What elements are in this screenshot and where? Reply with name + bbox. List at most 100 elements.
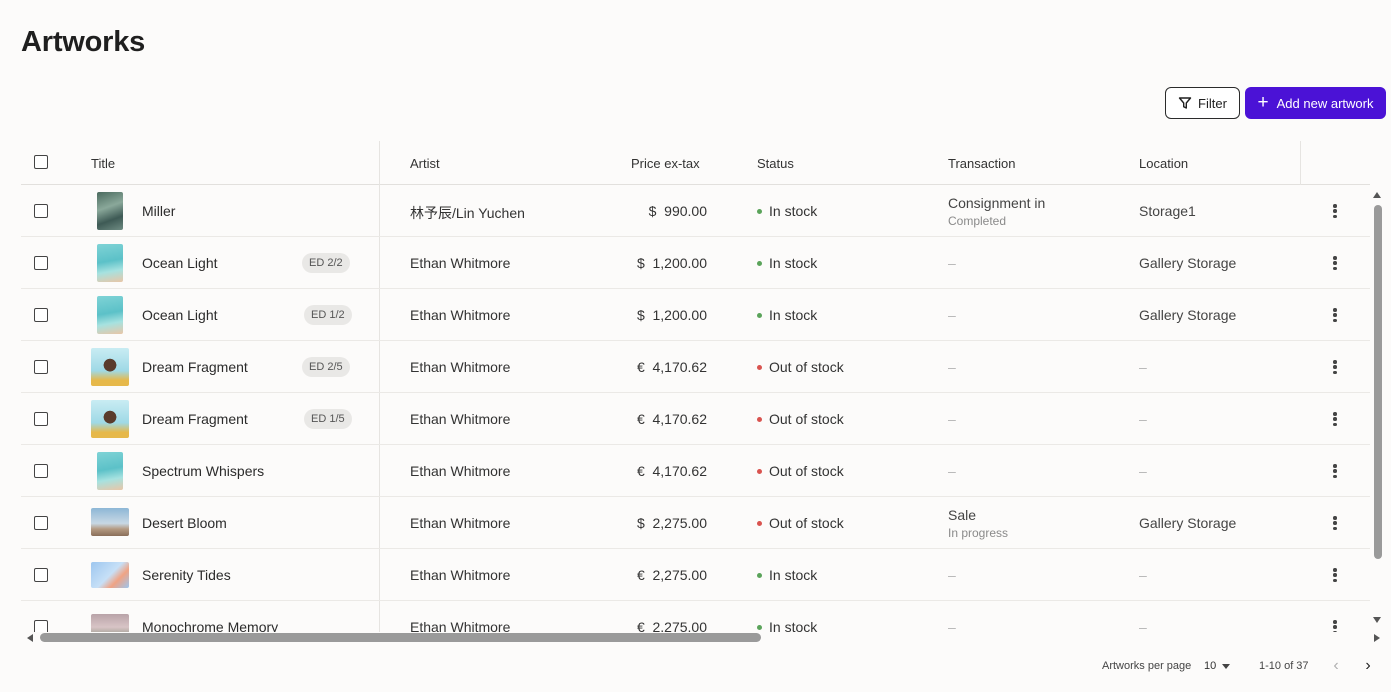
price-value: € 4,170.62 [636,463,707,479]
location-value: – [1139,463,1147,479]
artwork-thumbnail[interactable] [97,244,123,282]
status-label: Out of stock [769,463,844,479]
row-actions-icon[interactable] [1330,202,1340,220]
edition-badge: ED 1/5 [304,409,352,429]
row-actions-icon[interactable] [1330,514,1340,532]
edition-badge: ED 1/2 [304,305,352,325]
horizontal-scrollbar-thumb[interactable] [40,633,761,642]
artwork-thumbnail[interactable] [91,614,129,632]
artwork-title[interactable]: Serenity Tides [142,567,231,583]
row-checkbox[interactable] [34,308,48,322]
artist-name: 林予辰/Lin Yuchen [410,205,525,221]
table-row[interactable]: Desert Bloom Ethan Whitmore $ 2,275.00 Out … [21,497,1370,549]
artwork-thumbnail[interactable] [91,400,129,438]
status-label: Out of stock [769,359,844,375]
row-actions-icon[interactable] [1330,306,1340,324]
table-row[interactable]: Serenity Tides Ethan Whitmore € 2,275.00 In… [21,549,1370,601]
row-checkbox[interactable] [34,412,48,426]
artist-name: Ethan Whitmore [410,255,511,271]
row-actions-icon[interactable] [1330,618,1340,632]
status-indicator: In stock [757,619,817,632]
price-value: € 4,170.62 [636,411,707,427]
table-row[interactable]: Spectrum Whispers Ethan Whitmore € 4,170.6… [21,445,1370,497]
status-label: In stock [769,307,818,323]
per-page-value: 10 [1204,660,1217,672]
status-label: Out of stock [769,515,844,531]
caret-down-icon [1222,663,1231,669]
transaction-empty: – [948,359,956,375]
artworks-table: Title Artist Price ex-tax Status Transac… [21,141,1370,632]
column-header-transaction[interactable]: Transaction [948,156,1015,171]
artwork-title[interactable]: Miller [142,203,175,219]
per-page-select[interactable]: 10 [1204,660,1231,672]
artwork-thumbnail[interactable] [91,348,129,386]
table-row[interactable]: Miller 林予辰/Lin Yuchen $ 990.00 In stock Cons… [21,185,1370,237]
artwork-thumbnail[interactable] [97,452,123,490]
artwork-thumbnail[interactable] [91,562,129,588]
status-indicator: In stock [757,255,817,271]
artwork-title[interactable]: Desert Bloom [142,515,227,531]
edition-badge: ED 2/2 [302,253,350,273]
artwork-title[interactable]: Monochrome Memory [142,619,278,632]
status-indicator: In stock [757,307,817,323]
status-label: In stock [769,203,818,219]
select-all-checkbox[interactable] [34,155,48,169]
next-page-icon[interactable]: › [1361,658,1375,674]
status-label: In stock [769,255,818,271]
scroll-down-arrow-icon[interactable] [1373,617,1381,623]
column-header-status[interactable]: Status [757,156,794,171]
row-actions-icon[interactable] [1330,566,1340,584]
artwork-thumbnail[interactable] [97,296,123,334]
price-value: $ 990.00 [648,203,707,219]
location-value: – [1139,411,1147,427]
artwork-thumbnail[interactable] [97,192,123,230]
table-row[interactable]: Ocean Light ED 2/2 Ethan Whitmore $ 1,200.0… [21,237,1370,289]
artwork-thumbnail[interactable] [91,508,129,536]
row-checkbox[interactable] [34,568,48,582]
status-label: Out of stock [769,411,844,427]
table-row[interactable]: Dream Fragment ED 1/5 Ethan Whitmore € 4,17… [21,393,1370,445]
page-title: Artworks [21,26,146,58]
artwork-title[interactable]: Dream Fragment [142,411,248,427]
row-checkbox[interactable] [34,204,48,218]
status-label: In stock [769,619,818,632]
row-checkbox[interactable] [34,620,48,632]
artwork-title[interactable]: Dream Fragment [142,359,248,375]
row-checkbox[interactable] [34,256,48,270]
table-row[interactable]: Ocean Light ED 1/2 Ethan Whitmore $ 1,200.0… [21,289,1370,341]
table-row[interactable]: Dream Fragment ED 2/5 Ethan Whitmore € 4,17… [21,341,1370,393]
filter-button-label: Filter [1198,95,1227,111]
row-checkbox[interactable] [34,360,48,374]
artwork-title[interactable]: Spectrum Whispers [142,463,264,479]
artist-name: Ethan Whitmore [410,411,511,427]
vertical-scrollbar-thumb[interactable] [1374,205,1382,559]
row-checkbox[interactable] [34,464,48,478]
price-value: $ 1,200.00 [636,255,707,271]
row-checkbox[interactable] [34,516,48,530]
scroll-left-arrow-icon[interactable] [27,634,33,642]
scroll-up-arrow-icon[interactable] [1373,192,1381,198]
artist-name: Ethan Whitmore [410,463,511,479]
transaction-state: In progress [948,526,1009,540]
scroll-right-arrow-icon[interactable] [1374,634,1380,642]
row-actions-icon[interactable] [1330,254,1340,272]
status-label: In stock [769,567,818,583]
column-header-location[interactable]: Location [1139,156,1188,171]
artwork-title[interactable]: Ocean Light [142,307,218,323]
row-actions-icon[interactable] [1330,462,1340,480]
column-header-price[interactable]: Price ex-tax [631,156,700,171]
column-header-artist[interactable]: Artist [410,156,440,171]
status-dot-icon [757,208,762,214]
filter-button[interactable]: Filter [1165,87,1240,119]
previous-page-icon[interactable]: ‹ [1329,658,1343,674]
actions-column-divider [1300,141,1301,185]
filter-icon [1178,97,1192,109]
artwork-title[interactable]: Ocean Light [142,255,218,271]
add-artwork-button[interactable]: + Add new artwork [1245,87,1386,119]
column-header-title[interactable]: Title [91,156,115,171]
table-row[interactable]: Monochrome Memory Ethan Whitmore € 2,275.0… [21,601,1370,632]
transaction-empty: – [948,307,956,323]
row-actions-icon[interactable] [1330,410,1340,428]
row-actions-icon[interactable] [1330,358,1340,376]
status-indicator: Out of stock [757,515,844,531]
